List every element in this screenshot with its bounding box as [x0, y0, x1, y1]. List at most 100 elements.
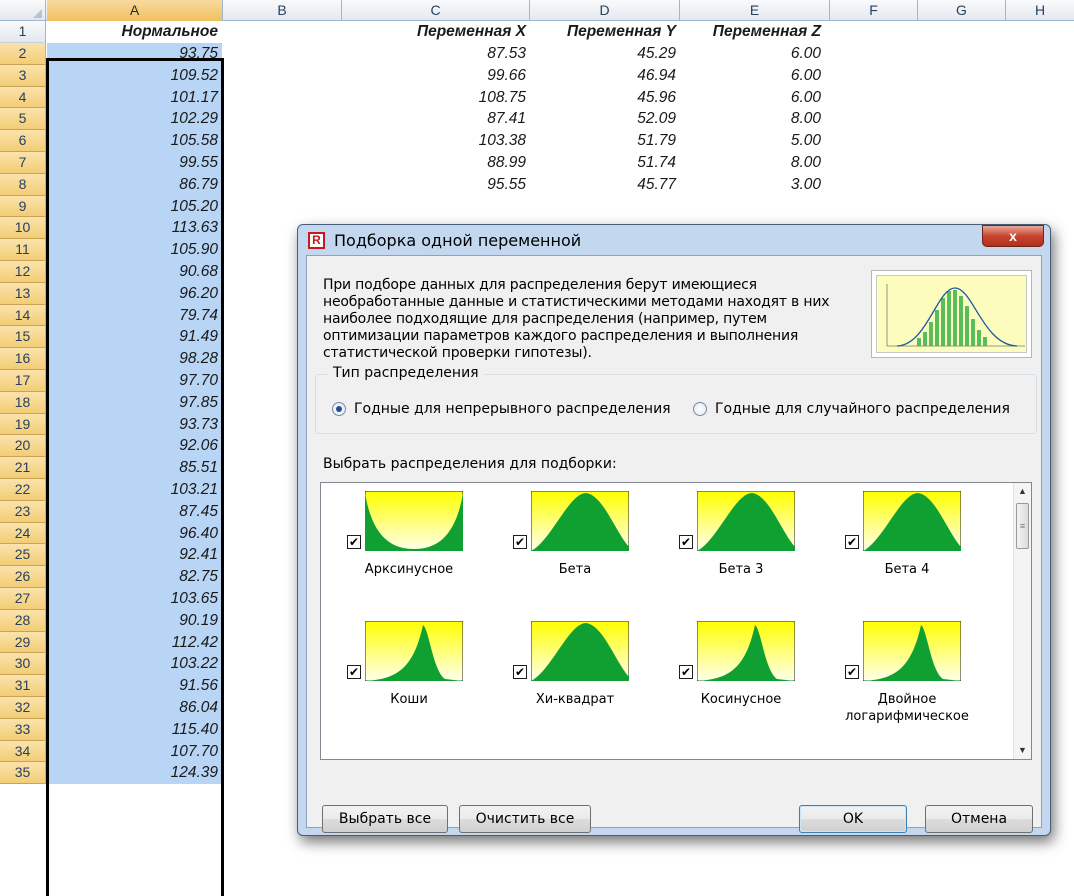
cell-d[interactable]: 51.79 [530, 130, 680, 152]
cell-a-header[interactable]: Нормальное [47, 21, 222, 43]
cell-e[interactable]: 5.00 [680, 130, 825, 152]
row-header[interactable]: 24 [0, 522, 46, 545]
row-header[interactable]: 13 [0, 282, 46, 305]
cell-a[interactable]: 115.40 [47, 718, 222, 741]
cell-a[interactable]: 86.79 [47, 173, 222, 196]
column-header-h[interactable]: H [1006, 0, 1074, 21]
row-header[interactable]: 10 [0, 217, 46, 240]
row-header[interactable]: 9 [0, 195, 46, 218]
cell-d[interactable] [530, 196, 680, 218]
cell-a[interactable]: 101.17 [47, 86, 222, 109]
row-header[interactable]: 1 [0, 21, 46, 43]
ok-button[interactable]: OK [799, 805, 907, 833]
cell-e[interactable]: 3.00 [680, 174, 825, 196]
column-header-c[interactable]: C [342, 0, 530, 21]
cell-a[interactable]: 91.56 [47, 675, 222, 697]
radio-selected-icon[interactable] [332, 402, 346, 416]
cell-c-header[interactable]: Переменная X [342, 21, 530, 43]
cell-a[interactable]: 90.19 [47, 609, 222, 632]
vertical-scrollbar[interactable]: ▲ ≡ ▼ [1013, 483, 1031, 759]
column-header-e[interactable]: E [680, 0, 830, 21]
cell-d[interactable]: 51.74 [530, 152, 680, 174]
cell-d[interactable]: 45.29 [530, 43, 680, 65]
cell-a[interactable]: 92.41 [47, 544, 222, 567]
cell-a[interactable]: 82.75 [47, 566, 222, 588]
cell-a[interactable]: 124.39 [47, 762, 222, 785]
cell-a[interactable]: 112.42 [47, 631, 222, 654]
select-all-corner[interactable] [0, 0, 46, 21]
row-header[interactable]: 5 [0, 108, 46, 131]
cell-d[interactable]: 46.94 [530, 65, 680, 87]
checkbox-checked-icon[interactable]: ✔ [679, 535, 693, 549]
cell-a[interactable]: 96.40 [47, 522, 222, 545]
row-header[interactable]: 28 [0, 609, 46, 632]
row-header[interactable]: 27 [0, 588, 46, 610]
checkbox-checked-icon[interactable]: ✔ [347, 535, 361, 549]
cell-a[interactable]: 96.20 [47, 282, 222, 305]
cell-a[interactable]: 91.49 [47, 326, 222, 349]
row-header[interactable]: 34 [0, 740, 46, 763]
cell-d[interactable]: 52.09 [530, 108, 680, 130]
column-header-a[interactable]: A [47, 0, 223, 21]
row-header[interactable]: 19 [0, 413, 46, 436]
row-header[interactable]: 14 [0, 304, 46, 327]
row-header[interactable]: 32 [0, 697, 46, 719]
cell-c[interactable]: 108.75 [342, 87, 530, 109]
row-header[interactable]: 11 [0, 239, 46, 261]
cell-e[interactable]: 6.00 [680, 43, 825, 65]
cell-e[interactable]: 8.00 [680, 108, 825, 130]
row-header[interactable]: 18 [0, 391, 46, 414]
checkbox-checked-icon[interactable]: ✔ [513, 665, 527, 679]
row-header[interactable]: 23 [0, 500, 46, 523]
row-header[interactable]: 15 [0, 326, 46, 349]
row-header[interactable]: 2 [0, 43, 46, 65]
cancel-button[interactable]: Отмена [925, 805, 1033, 833]
cell-e-header[interactable]: Переменная Z [680, 21, 825, 43]
select-all-button[interactable]: Выбрать все [322, 805, 448, 833]
close-button[interactable]: x [982, 225, 1044, 247]
row-header[interactable]: 8 [0, 173, 46, 196]
row-header[interactable]: 17 [0, 370, 46, 392]
distribution-list[interactable]: ✔ Арксинусное ✔ Бета ✔ Бета 3 ✔ Бета 4 ✔ Коши ✔ Хи-… [320, 482, 1032, 760]
scroll-up-icon[interactable]: ▲ [1014, 483, 1031, 500]
cell-d[interactable]: 45.96 [530, 87, 680, 109]
row-header[interactable]: 26 [0, 566, 46, 588]
cell-a[interactable]: 105.20 [47, 195, 222, 218]
row-header[interactable]: 3 [0, 64, 46, 87]
cell-a[interactable]: 105.58 [47, 130, 222, 152]
cell-a[interactable]: 102.29 [47, 108, 222, 131]
dialog-titlebar[interactable]: R Подборка одной переменной x [298, 225, 1050, 255]
cell-a[interactable]: 79.74 [47, 304, 222, 327]
cell-c[interactable]: 88.99 [342, 152, 530, 174]
row-header[interactable]: 30 [0, 653, 46, 676]
cell-a[interactable]: 113.63 [47, 217, 222, 240]
row-header[interactable]: 16 [0, 348, 46, 370]
row-header[interactable]: 7 [0, 152, 46, 174]
cell-a[interactable]: 85.51 [47, 457, 222, 479]
cell-a[interactable]: 103.22 [47, 653, 222, 676]
cell-c[interactable]: 99.66 [342, 65, 530, 87]
row-header[interactable]: 20 [0, 435, 46, 458]
column-header-g[interactable]: G [918, 0, 1006, 21]
cell-e[interactable] [680, 196, 825, 218]
checkbox-checked-icon[interactable]: ✔ [845, 665, 859, 679]
cell-a[interactable]: 98.28 [47, 348, 222, 370]
cell-d[interactable]: 45.77 [530, 174, 680, 196]
cell-a[interactable]: 92.06 [47, 435, 222, 458]
scroll-thumb[interactable]: ≡ [1016, 503, 1029, 549]
row-header[interactable]: 4 [0, 86, 46, 109]
cell-a[interactable]: 103.65 [47, 588, 222, 610]
cell-a[interactable]: 87.45 [47, 500, 222, 523]
row-header[interactable]: 12 [0, 261, 46, 283]
cell-a[interactable]: 107.70 [47, 740, 222, 763]
cell-d-header[interactable]: Переменная Y [530, 21, 680, 43]
cell-a[interactable]: 103.21 [47, 479, 222, 501]
radio-unselected-icon[interactable] [693, 402, 707, 416]
cell-a[interactable]: 105.90 [47, 239, 222, 261]
radio-continuous[interactable]: Годные для непрерывного распределения [332, 401, 671, 417]
cell-c[interactable]: 87.53 [342, 43, 530, 65]
clear-all-button[interactable]: Очистить все [459, 805, 591, 833]
checkbox-checked-icon[interactable]: ✔ [347, 665, 361, 679]
cell-a[interactable]: 93.75 [47, 43, 222, 65]
checkbox-checked-icon[interactable]: ✔ [845, 535, 859, 549]
